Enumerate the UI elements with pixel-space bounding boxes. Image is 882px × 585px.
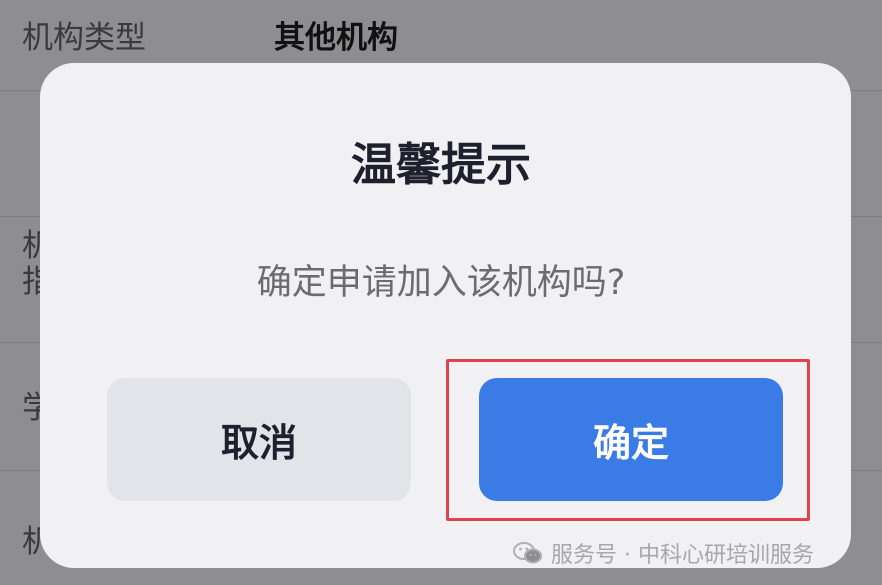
dialog-message: 确定申请加入该机构吗?: [256, 263, 626, 303]
dialog-content: 温馨提示 确定申请加入该机构吗? 取消 确定: [0, 0, 882, 585]
watermark: 服务号 · 中科心研培训服务: [513, 536, 814, 570]
confirm-highlight-box: [446, 359, 810, 521]
watermark-text: 服务号 · 中科心研培训服务: [551, 543, 814, 568]
dialog-title: 温馨提示: [350, 138, 531, 191]
wechat-icon: [513, 542, 542, 564]
cancel-button[interactable]: 取消: [107, 378, 411, 501]
